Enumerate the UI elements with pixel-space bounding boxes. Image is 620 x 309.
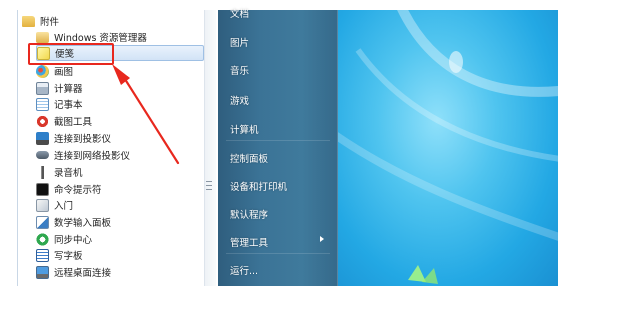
- program-label: 画图: [54, 67, 74, 78]
- accessories-folder-label: 附件: [40, 17, 60, 28]
- program-label: Windows 资源管理器: [54, 33, 147, 44]
- menu-item-admin-tools[interactable]: 管理工具: [230, 235, 268, 249]
- folder-explorer-icon: [36, 31, 49, 43]
- screenshot: 附件 Windows 资源管理器 便笺 画图 计算器 记事本 截图工具 连接到投…: [0, 0, 620, 309]
- menu-item-games[interactable]: 游戏: [230, 93, 249, 107]
- microphone-icon: [36, 165, 49, 179]
- menu-separator: [226, 253, 330, 254]
- remote-desktop-icon: [36, 265, 49, 279]
- menu-item-run[interactable]: 运行...: [230, 263, 258, 277]
- program-label: 连接到网络投影仪: [54, 151, 131, 162]
- program-label: 写字板: [54, 251, 83, 262]
- command-prompt-icon: [36, 182, 49, 196]
- programs-scrollbar[interactable]: [204, 10, 216, 286]
- program-item-snipping-tool[interactable]: 截图工具: [36, 113, 204, 129]
- program-item-command-prompt[interactable]: 命令提示符: [36, 181, 204, 197]
- program-label: 同步中心: [54, 235, 93, 246]
- program-label: 命令提示符: [54, 185, 102, 196]
- getting-started-icon: [36, 198, 49, 212]
- program-item-remote-desktop[interactable]: 远程桌面连接: [36, 264, 204, 280]
- program-label: 数学输入面板: [54, 218, 112, 229]
- wordpad-icon: [36, 248, 49, 262]
- menu-item-default-programs[interactable]: 默认程序: [230, 207, 268, 221]
- submenu-arrow-icon: [320, 236, 324, 242]
- accessories-folder[interactable]: 附件: [22, 13, 59, 29]
- program-item-projector[interactable]: 连接到投影仪: [36, 130, 204, 146]
- menu-item-computer[interactable]: 计算机: [230, 122, 259, 136]
- math-input-icon: [36, 215, 49, 229]
- menu-separator: [226, 140, 330, 141]
- list-border: [17, 10, 18, 286]
- program-item-getting-started[interactable]: 入门: [36, 197, 204, 213]
- menu-item-documents[interactable]: 文档: [230, 6, 249, 20]
- program-item-network-projector[interactable]: 连接到网络投影仪: [36, 147, 204, 163]
- program-label: 入门: [54, 201, 74, 212]
- program-label: 远程桌面连接: [54, 268, 112, 279]
- sync-center-icon: [36, 232, 49, 246]
- menu-item-devices-printers[interactable]: 设备和打印机: [230, 179, 287, 193]
- program-label: 截图工具: [54, 117, 93, 128]
- paint-icon: [36, 64, 49, 78]
- program-label: 连接到投影仪: [54, 134, 112, 145]
- notepad-icon: [36, 97, 49, 111]
- network-projector-icon: [36, 151, 49, 159]
- program-label: 计算器: [54, 84, 83, 95]
- desktop-wallpaper: [338, 10, 558, 286]
- menu-item-music[interactable]: 音乐: [230, 63, 249, 77]
- program-label: 记事本: [54, 100, 83, 111]
- projector-icon: [36, 131, 49, 145]
- program-item-wordpad[interactable]: 写字板: [36, 247, 204, 263]
- program-item-sound-recorder[interactable]: 录音机: [36, 164, 204, 180]
- wallpaper-swirl-icon: [338, 10, 558, 284]
- menu-item-pictures[interactable]: 图片: [230, 35, 249, 49]
- menu-item-control-panel[interactable]: 控制面板: [230, 151, 268, 165]
- scrollbar-grip-icon[interactable]: [206, 178, 212, 196]
- program-label: 录音机: [54, 168, 83, 179]
- program-item-math-input[interactable]: 数学输入面板: [36, 214, 204, 230]
- highlight-box: [28, 43, 114, 65]
- program-item-notepad[interactable]: 记事本: [36, 96, 204, 112]
- snipping-tool-icon: [36, 114, 49, 128]
- program-item-sync-center[interactable]: 同步中心: [36, 231, 204, 247]
- calculator-icon: [36, 81, 49, 95]
- program-item-paint[interactable]: 画图: [36, 63, 204, 79]
- folder-icon: [22, 15, 35, 27]
- program-item-calculator[interactable]: 计算器: [36, 80, 204, 96]
